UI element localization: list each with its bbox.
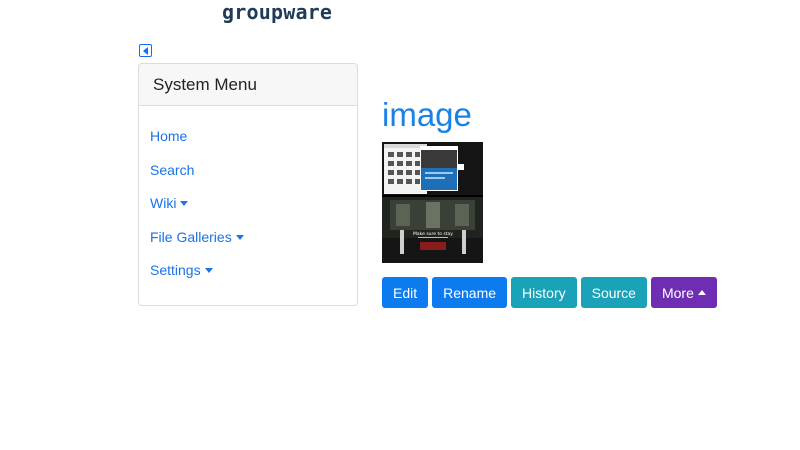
menu-item-file-galleries[interactable]: File Galleries (139, 229, 357, 263)
menu-item-settings[interactable]: Settings (139, 262, 357, 296)
system-menu: System Menu Home Search Wiki File Galler… (138, 63, 358, 306)
caret-down-icon (204, 268, 213, 273)
history-button[interactable]: History (511, 277, 577, 308)
source-button[interactable]: Source (580, 277, 647, 308)
edit-button[interactable]: Edit (382, 277, 429, 308)
page-title: image (382, 96, 472, 133)
caret-down-icon (180, 201, 189, 206)
menu-item-wiki[interactable]: Wiki (139, 195, 357, 229)
menu-item-label: Search (150, 161, 195, 178)
menu-item-label: File Galleries (150, 228, 232, 245)
collapse-sidebar-button[interactable] (139, 44, 152, 57)
caret-left-icon (143, 46, 148, 55)
image-thumbnail[interactable]: Make sure to stay (382, 142, 483, 263)
menu-item-label: Home (150, 128, 188, 144)
more-button-label: More (661, 284, 694, 301)
menu-item-search[interactable]: Search (139, 162, 357, 196)
page-actions: Edit Rename History Source More (382, 277, 721, 308)
menu-item-label: Wiki (150, 195, 177, 211)
system-menu-list: Home Search Wiki File Galleries Settings (139, 106, 357, 296)
screenshot-thumbnail-graphic: Make sure to stay (382, 142, 483, 263)
site-logo[interactable]: groupware (222, 0, 332, 24)
caret-up-icon (697, 290, 706, 295)
rename-button[interactable]: Rename (432, 277, 508, 308)
menu-item-home[interactable]: Home (139, 128, 357, 162)
thumbnail-overlay-text: Make sure to stay (413, 231, 453, 237)
more-button[interactable]: More (650, 277, 717, 308)
caret-down-icon (235, 234, 244, 240)
menu-item-label: Settings (150, 262, 201, 278)
system-menu-title: System Menu (139, 64, 357, 106)
